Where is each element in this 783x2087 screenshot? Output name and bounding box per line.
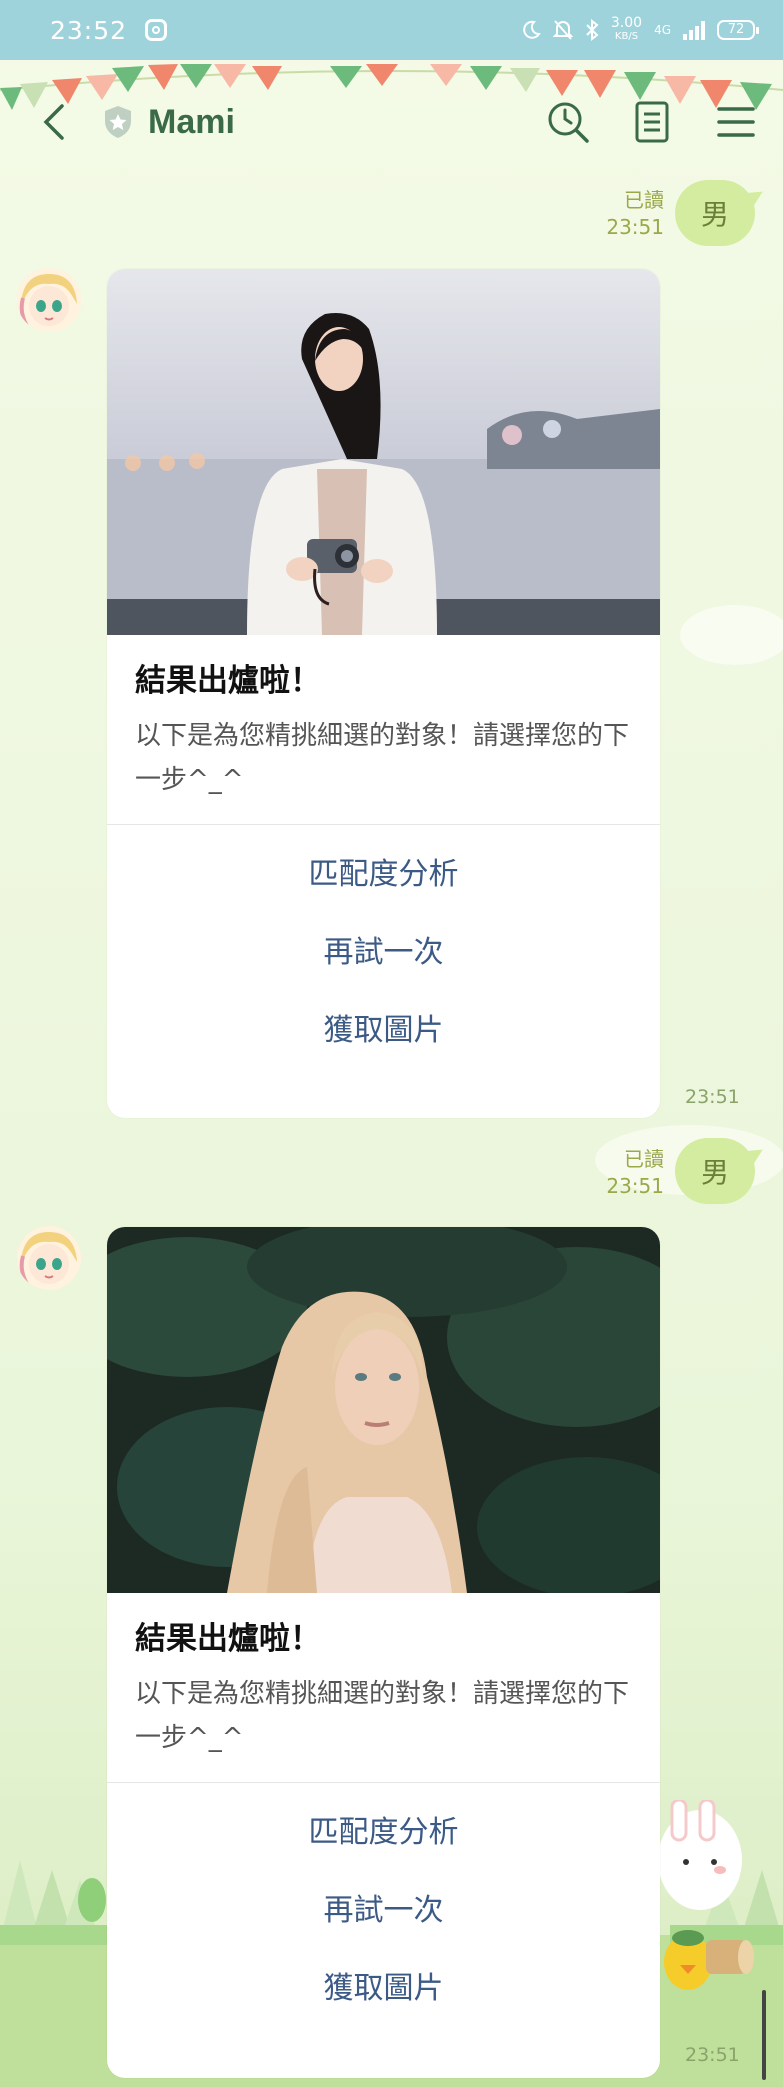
match-analysis-button[interactable]: 匹配度分析 [107,853,660,931]
chat-header: Mami [0,92,783,152]
cloud-decoration [680,605,783,665]
network-speed: 3.00 KB/S [610,15,643,43]
network-type: 4G [654,23,671,37]
message-time: 23:51 [606,215,664,239]
result-card: 結果出爐啦！ 以下是為您精挑細選的對象！請選擇您的下一步^_^ 匹配度分析 再試… [107,1227,660,2078]
card-description: 以下是為您精挑細選的對象！請選擇您的下一步^_^ [135,721,630,795]
try-again-button[interactable]: 再試一次 [107,931,660,1009]
card-description: 以下是為您精挑細選的對象！請選擇您的下一步^_^ [135,1679,630,1753]
card-title: 結果出爐啦！ [135,1621,321,1657]
message-time: 23:51 [606,1174,664,1198]
speed-value: 3.00 [610,15,643,31]
scrollbar-handle[interactable] [762,1990,766,2080]
avatar[interactable] [17,268,81,332]
sent-message-bubble[interactable]: 男 [675,1138,755,1204]
moon-icon [523,20,541,39]
read-label: 已讀 [624,1147,664,1171]
card-body: 結果出爐啦！ 以下是為您精挑細選的對象！請選擇您的下一步^_^ [107,635,660,824]
notes-icon[interactable] [629,99,675,145]
status-indicators: 3.00 KB/S 4G 72 [521,15,759,43]
battery-icon: 72 [717,20,759,40]
instagram-icon [145,19,168,41]
chat-title: Mami [148,102,235,141]
message-text: 男 [700,1156,729,1189]
match-analysis-button[interactable]: 匹配度分析 [107,1811,660,1889]
search-clock-icon[interactable] [545,99,591,145]
card-actions: 匹配度分析 再試一次 獲取圖片 [107,825,660,1107]
header-actions [545,99,759,145]
signal-icon [683,20,705,40]
result-photo[interactable] [107,269,660,635]
mute-bell-icon [552,20,573,40]
speed-unit: KB/S [614,31,639,42]
sent-message-bubble[interactable]: 男 [675,180,755,246]
card-body: 結果出爐啦！ 以下是為您精挑細選的對象！請選擇您的下一步^_^ [107,1593,660,1782]
message-time: 23:51 [685,2044,740,2066]
get-image-button[interactable]: 獲取圖片 [107,1967,660,2045]
read-receipt: 已讀 23:51 [600,187,664,241]
message-text: 男 [700,198,729,231]
status-time: 23:52 [50,15,128,45]
back-arrow-icon[interactable] [40,99,76,145]
card-title: 結果出爐啦！ [135,663,321,699]
read-receipt: 已讀 23:51 [600,1146,664,1200]
battery-level: 72 [727,22,745,37]
status-bar: 23:52 3.00 KB/S 4G 72 [0,0,783,60]
get-image-button[interactable]: 獲取圖片 [107,1009,660,1087]
menu-icon[interactable] [713,99,759,145]
read-label: 已讀 [624,188,664,212]
message-time: 23:51 [685,1086,740,1108]
card-actions: 匹配度分析 再試一次 獲取圖片 [107,1783,660,2065]
bluetooth-icon [586,19,599,41]
result-photo[interactable] [107,1227,660,1593]
try-again-button[interactable]: 再試一次 [107,1889,660,1967]
shield-icon [105,106,131,138]
avatar[interactable] [17,1226,81,1290]
result-card: 結果出爐啦！ 以下是為您精挑細選的對象！請選擇您的下一步^_^ 匹配度分析 再試… [107,269,660,1118]
